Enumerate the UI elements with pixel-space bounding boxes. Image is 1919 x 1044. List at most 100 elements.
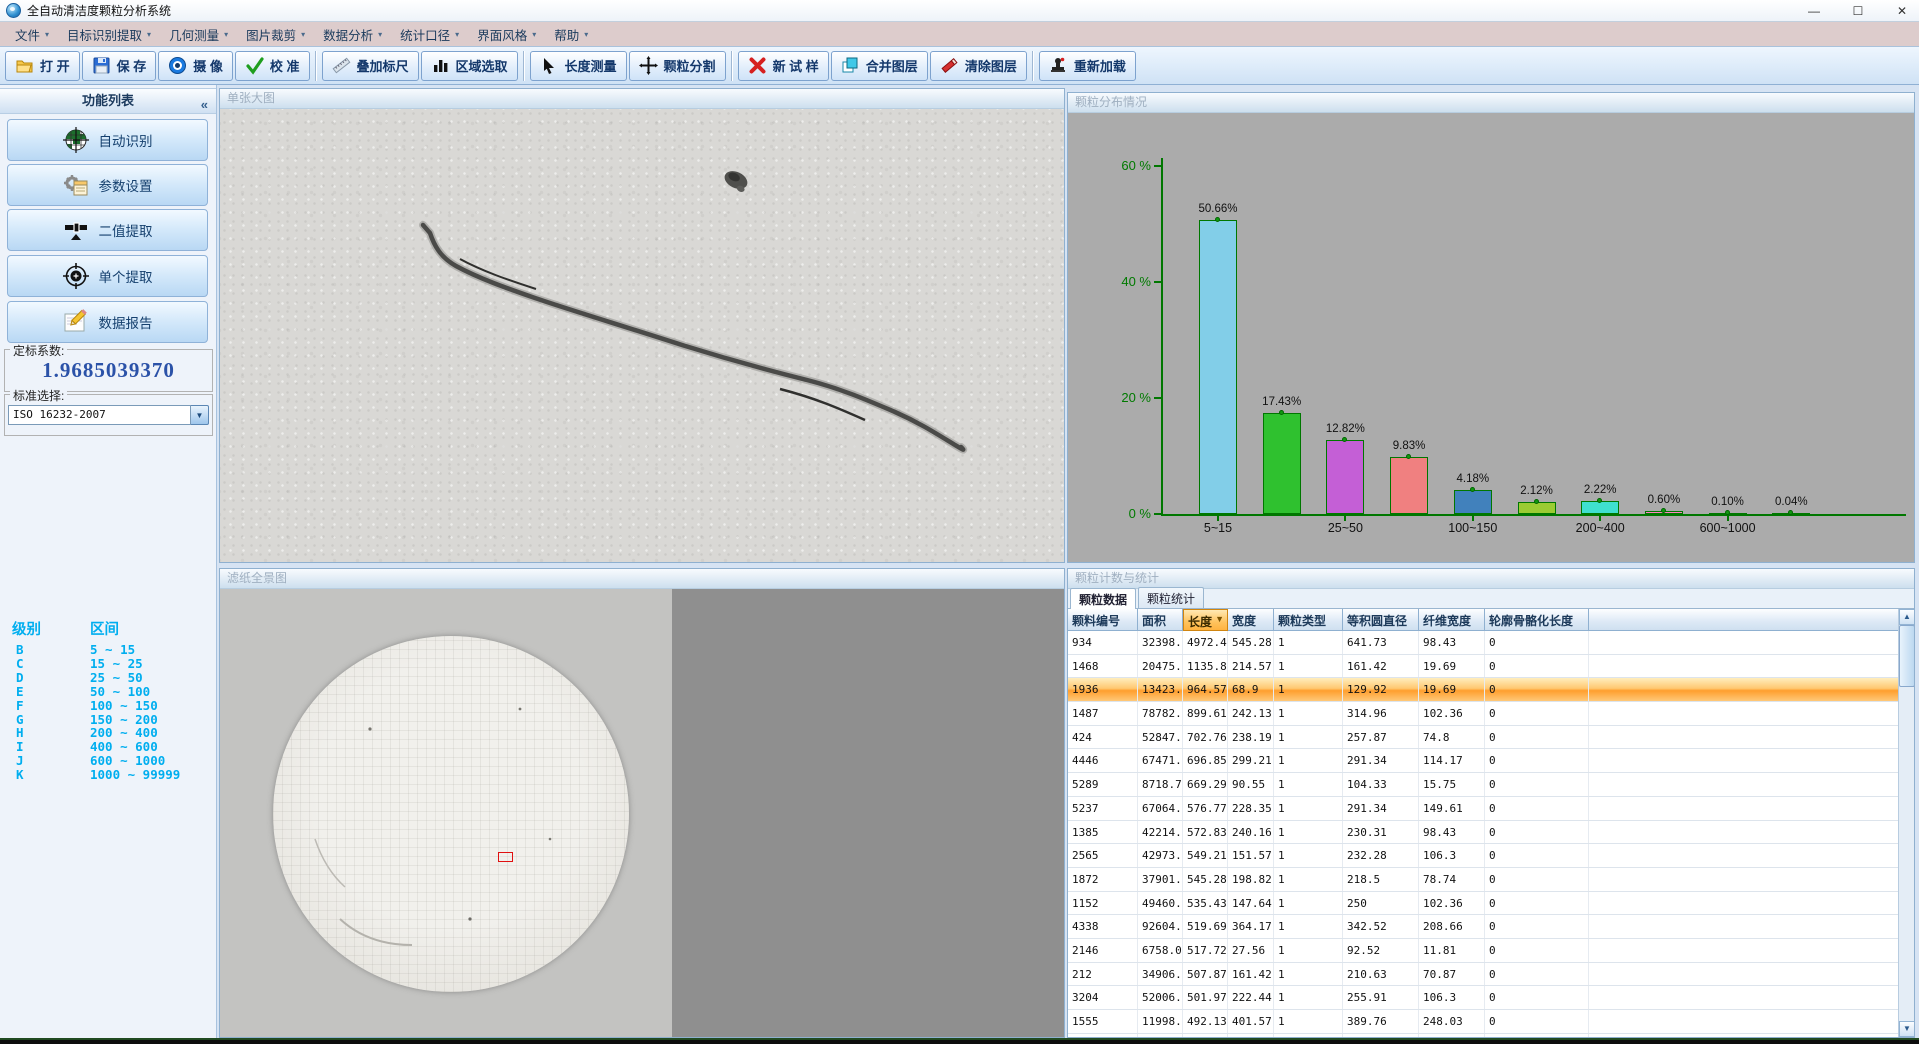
- scroll-down-button[interactable]: ▼: [1899, 1021, 1914, 1037]
- table-row[interactable]: 155511998...492.13401.571389.76248.030: [1068, 1010, 1898, 1034]
- table-cell: 519.69: [1183, 915, 1228, 938]
- table-cell: 151.57: [1228, 844, 1274, 867]
- reload-icon: [1049, 56, 1068, 75]
- toolbar-button-1[interactable]: 打 开: [5, 51, 80, 81]
- toolbar-button-8[interactable]: 颗粒分割: [629, 51, 726, 81]
- toolbar-button-11[interactable]: 清除图层: [930, 51, 1027, 81]
- menu-item[interactable]: 几何测量▾: [160, 22, 237, 47]
- toolbar-button-12[interactable]: 重新加载: [1039, 51, 1136, 81]
- table-row[interactable]: 433892604.94519.69364.171342.52208.660: [1068, 915, 1898, 939]
- table-row[interactable]: 42452847.36702.76238.191257.8774.80: [1068, 726, 1898, 750]
- sidebar-button-5[interactable]: 数据报告: [7, 301, 208, 343]
- maximize-button[interactable]: ☐: [1849, 4, 1867, 18]
- x-tick-label: 200~400: [1555, 521, 1645, 535]
- table-row[interactable]: 164846841.09473.44190.941244.09106.30: [1068, 1034, 1898, 1037]
- minimize-button[interactable]: —: [1805, 4, 1823, 18]
- scroll-up-button[interactable]: ▲: [1899, 609, 1914, 625]
- table-row[interactable]: 523767064.76576.77228.351291.34149.610: [1068, 797, 1898, 821]
- table-row[interactable]: 115249460.6535.43147.641250102.360: [1068, 892, 1898, 916]
- menu-item[interactable]: 文件▾: [6, 22, 58, 47]
- table-row[interactable]: 193613423.03964.5768.91129.9219.690: [1068, 678, 1898, 702]
- table-cell: 20475.54: [1138, 655, 1183, 678]
- view-region-marker[interactable]: [498, 852, 513, 862]
- microscope-image[interactable]: [220, 109, 1064, 562]
- column-header[interactable]: 等积圆直径: [1343, 609, 1419, 631]
- table-row[interactable]: 320452006.48501.97222.441255.91106.30: [1068, 986, 1898, 1010]
- table-cell: 46841.09: [1138, 1034, 1183, 1037]
- column-header[interactable]: 面积: [1138, 609, 1183, 631]
- tab-particle-data[interactable]: 颗粒数据: [1070, 588, 1136, 609]
- toolbar-button-3[interactable]: 摄 像: [158, 51, 233, 81]
- table-row[interactable]: 256542973.84549.21151.571232.28106.30: [1068, 844, 1898, 868]
- table-row[interactable]: 138542214.33572.83240.161230.3198.430: [1068, 821, 1898, 845]
- table-row[interactable]: 93432398...4972.44545.281641.7398.430: [1068, 631, 1898, 655]
- close-button[interactable]: ✕: [1893, 4, 1911, 18]
- menu-item[interactable]: 图片裁剪▾: [237, 22, 314, 47]
- table-row[interactable]: 444667471.63696.85299.211291.34114.170: [1068, 749, 1898, 773]
- table-cell: 0: [1485, 939, 1589, 962]
- toolbar-button-label: 颗粒分割: [664, 56, 716, 75]
- column-header[interactable]: 颗料编号: [1068, 609, 1138, 631]
- menu-item[interactable]: 数据分析▾: [314, 22, 391, 47]
- table-cell: 424: [1068, 726, 1138, 749]
- filter-paper-image[interactable]: [220, 589, 672, 1037]
- toolbar-button-7[interactable]: 长度测量: [530, 51, 627, 81]
- column-header[interactable]: 轮廓骨骼化长度: [1485, 609, 1589, 631]
- table-scrollbar[interactable]: ▲ ▼: [1898, 609, 1914, 1037]
- sidebar-button-4[interactable]: 单个提取: [7, 255, 208, 297]
- column-header[interactable]: 纤维宽度: [1419, 609, 1485, 631]
- table-row[interactable]: 52898718.77669.2990.551104.3315.750: [1068, 773, 1898, 797]
- toolbar-button-2[interactable]: 保 存: [82, 51, 157, 81]
- table-row[interactable]: 187237901.45545.28198.821218.578.740: [1068, 868, 1898, 892]
- toolbar-button-9[interactable]: 新 试 样: [738, 51, 829, 81]
- toolbar: 打 开保 存摄 像校 准叠加标尺区域选取长度测量 颗粒分割 新 试 样合并图层清除图…: [0, 47, 1919, 85]
- level-grade: B: [8, 643, 90, 657]
- table-cell: 67471.63: [1138, 749, 1183, 772]
- calibration-groupbox: 定标系数: 1.9685039370: [4, 349, 213, 392]
- row-filler: [1589, 868, 1898, 891]
- tab-particle-stats[interactable]: 颗粒统计: [1138, 587, 1204, 608]
- sidebar-collapse-button[interactable]: «: [201, 93, 208, 117]
- column-header[interactable]: 宽度: [1228, 609, 1274, 631]
- bar-value-label: 9.83%: [1377, 440, 1441, 452]
- table-row[interactable]: 148778782.78899.61242.131314.96102.360: [1068, 702, 1898, 726]
- table-cell: 702.76: [1183, 726, 1228, 749]
- sidebar-button-2[interactable]: 参数设置: [7, 164, 208, 206]
- toolbar-button-6[interactable]: 区域选取: [421, 51, 518, 81]
- table-cell: 0: [1485, 821, 1589, 844]
- table-row[interactable]: 146820475.541135.83214.571161.4219.690: [1068, 655, 1898, 679]
- level-row: I400 ~ 600: [8, 740, 203, 754]
- column-header[interactable]: 长度▼: [1183, 609, 1228, 631]
- standard-select[interactable]: ISO 16232-2007: [8, 405, 191, 425]
- table-cell: 106.3: [1419, 844, 1485, 867]
- sidebar-button-1[interactable]: 自动识别: [7, 119, 208, 161]
- toolbar-button-4[interactable]: 校 准: [235, 51, 310, 81]
- table-cell: 5289: [1068, 773, 1138, 796]
- menu-item-label: 目标识别提取: [67, 25, 142, 44]
- menu-item[interactable]: 统计口径▾: [391, 22, 468, 47]
- table-cell: 517.72: [1183, 939, 1228, 962]
- table-row[interactable]: 21234906.07507.87161.421210.6370.870: [1068, 963, 1898, 987]
- toolbar-separator: [1032, 51, 1034, 81]
- table-row[interactable]: 21466758.01517.7227.56192.5211.810: [1068, 939, 1898, 963]
- sidebar-button-3[interactable]: 二值提取: [7, 209, 208, 251]
- table-cell: 1872: [1068, 868, 1138, 891]
- sidebar-button-label: 二值提取: [99, 220, 153, 240]
- scrollbar-thumb[interactable]: [1899, 625, 1914, 687]
- level-range: 25 ~ 50: [90, 671, 203, 685]
- bar-value-label: 0.60%: [1632, 494, 1696, 506]
- menu-item[interactable]: 帮助▾: [545, 22, 597, 47]
- clear-layers-icon: [940, 56, 959, 75]
- header-filler: [1589, 609, 1898, 631]
- toolbar-button-5[interactable]: 叠加标尺: [322, 51, 419, 81]
- table-cell: 696.85: [1183, 749, 1228, 772]
- standard-dropdown-arrow[interactable]: ▼: [191, 405, 209, 425]
- toolbar-button-10[interactable]: 合并图层: [831, 51, 928, 81]
- level-range: 15 ~ 25: [90, 657, 203, 671]
- column-header[interactable]: 颗粒类型: [1274, 609, 1343, 631]
- table-cell: 149.61: [1419, 797, 1485, 820]
- menu-item[interactable]: 目标识别提取 ▾: [58, 22, 160, 47]
- menu-item[interactable]: 界面风格▾: [468, 22, 545, 47]
- menu-dropdown-arrow: ▾: [147, 30, 151, 39]
- single-image-panel-title: 单张大图: [220, 89, 1064, 109]
